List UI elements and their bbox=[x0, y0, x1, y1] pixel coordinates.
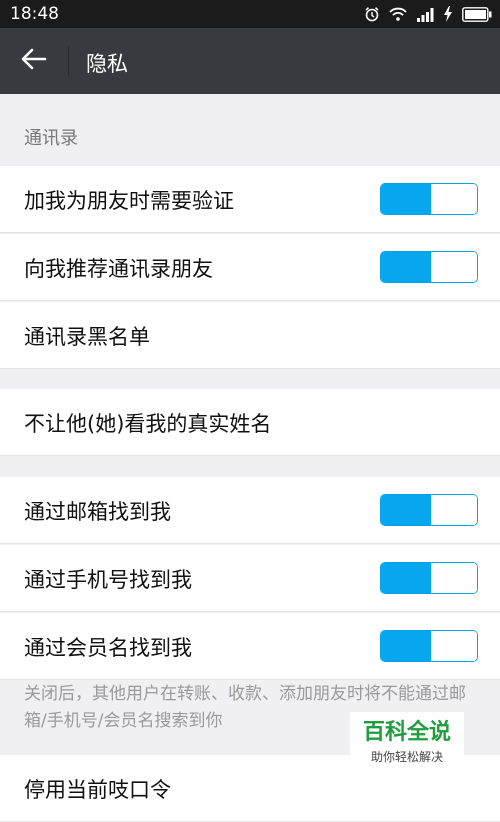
setting-row-verify-friend[interactable]: 加我为朋友时需要验证 bbox=[0, 166, 500, 233]
toggle-fill bbox=[381, 495, 431, 525]
back-arrow-icon bbox=[21, 48, 47, 74]
watermark-title: 百科全说 bbox=[362, 720, 451, 745]
toggle-switch[interactable] bbox=[380, 183, 478, 215]
toggle-knob bbox=[431, 184, 477, 214]
wifi-icon bbox=[389, 7, 407, 22]
setting-label: 通讯录黑名单 bbox=[24, 325, 150, 349]
back-button[interactable] bbox=[12, 41, 56, 81]
app-bar: 隐私 bbox=[0, 28, 500, 94]
setting-label: 通过邮箱找到我 bbox=[24, 500, 171, 524]
app-bar-divider bbox=[68, 46, 69, 76]
toggle-switch[interactable] bbox=[380, 494, 478, 526]
toggle-fill bbox=[381, 184, 431, 214]
setting-label: 加我为朋友时需要验证 bbox=[24, 189, 234, 213]
alarm-icon bbox=[364, 6, 380, 22]
page-title: 隐私 bbox=[86, 52, 128, 76]
toggle-knob bbox=[431, 495, 477, 525]
setting-row-disable-passcode[interactable]: 停用当前吱口令 bbox=[0, 755, 500, 822]
section-header-contacts: 通讯录 bbox=[24, 128, 78, 149]
toggle-fill bbox=[381, 252, 431, 282]
setting-label: 向我推荐通讯录朋友 bbox=[24, 257, 213, 281]
setting-row-find-by-email[interactable]: 通过邮箱找到我 bbox=[0, 477, 500, 544]
setting-row-find-by-phone[interactable]: 通过手机号找到我 bbox=[0, 545, 500, 612]
toggle-knob bbox=[431, 252, 477, 282]
status-icons bbox=[364, 5, 492, 23]
status-time: 18:48 bbox=[10, 4, 59, 24]
toggle-knob bbox=[431, 563, 477, 593]
toggle-knob bbox=[431, 631, 477, 661]
battery-icon bbox=[462, 6, 492, 22]
signal-icon bbox=[416, 7, 434, 22]
setting-row-find-by-member-name[interactable]: 通过会员名找到我 bbox=[0, 613, 500, 680]
setting-row-blacklist[interactable]: 通讯录黑名单 bbox=[0, 302, 500, 369]
setting-label: 通过手机号找到我 bbox=[24, 568, 192, 592]
setting-label: 停用当前吱口令 bbox=[24, 778, 171, 802]
toggle-switch[interactable] bbox=[380, 562, 478, 594]
toggle-switch[interactable] bbox=[380, 630, 478, 662]
setting-row-recommend-contacts[interactable]: 向我推荐通讯录朋友 bbox=[0, 234, 500, 301]
toggle-fill bbox=[381, 563, 431, 593]
watermark-subtitle: 助你轻松解决 bbox=[370, 750, 443, 764]
toggle-fill bbox=[381, 631, 431, 661]
charging-icon bbox=[443, 6, 453, 22]
toggle-switch[interactable] bbox=[380, 251, 478, 283]
setting-label: 通过会员名找到我 bbox=[24, 636, 192, 660]
watermark-logo: 百科全说 助你轻松解决 bbox=[350, 712, 464, 764]
status-bar: 18:48 bbox=[0, 0, 500, 28]
setting-row-hide-real-name[interactable]: 不让他(她)看我的真实姓名 bbox=[0, 389, 500, 456]
setting-label: 不让他(她)看我的真实姓名 bbox=[24, 412, 272, 436]
